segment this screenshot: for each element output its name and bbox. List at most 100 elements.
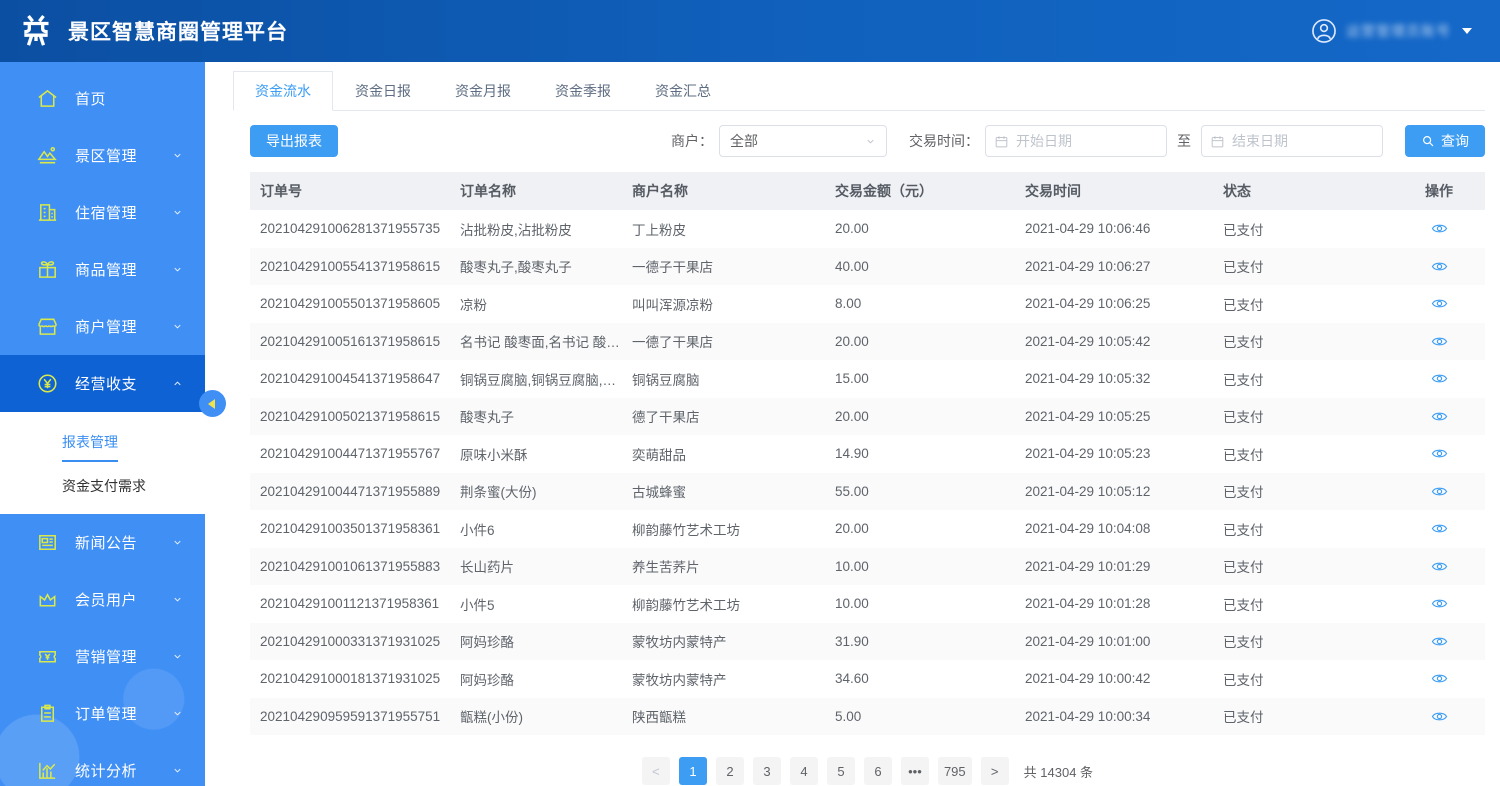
search-icon	[1421, 134, 1435, 148]
user-name-blurred: 运营管理员账号	[1346, 21, 1451, 41]
cell-merchant: 叫叫浑源凉粉	[622, 294, 825, 314]
sidebar-item-stats[interactable]: 统计分析	[0, 742, 205, 786]
cell-status: 已支付	[1213, 706, 1393, 726]
view-detail-eye-icon[interactable]	[1431, 370, 1448, 387]
sidebar-item-scenic[interactable]: 景区管理	[0, 127, 205, 184]
cell-merchant: 丁上粉皮	[622, 219, 825, 239]
page-button-6[interactable]: 6	[864, 757, 892, 785]
chevron-down-icon	[172, 321, 183, 332]
view-detail-eye-icon[interactable]	[1431, 595, 1448, 612]
view-detail-eye-icon[interactable]	[1431, 258, 1448, 275]
tab-fund-flow[interactable]: 资金流水	[233, 71, 333, 111]
cell-order-no: 202104291004471371955767	[250, 446, 450, 461]
submenu-item-report-manage[interactable]: 报表管理	[62, 432, 118, 462]
sidebar: 首页 景区管理 住宿管理 商品管理 商户管理 经营收支 报表管理资金支付需求 新…	[0, 62, 205, 786]
page-button-2[interactable]: 2	[716, 757, 744, 785]
sidebar-item-finance[interactable]: 经营收支	[0, 355, 205, 412]
more-pages-button[interactable]: •••	[901, 757, 929, 785]
table-row: 202104291005021371958615 酸枣丸子 德了干果店 20.0…	[250, 398, 1485, 436]
table-row: 202104290959591371955751 甑糕(小份) 陕西甑糕 5.0…	[250, 698, 1485, 736]
search-button[interactable]: 查询	[1405, 125, 1485, 157]
chevron-down-icon	[865, 136, 876, 147]
next-page-button[interactable]: >	[981, 757, 1009, 785]
view-detail-eye-icon[interactable]	[1431, 670, 1448, 687]
cell-order-name: 名书记 酸枣面,名书记 酸枣面	[450, 331, 622, 351]
cell-time: 2021-04-29 10:06:46	[1015, 221, 1213, 236]
export-report-button[interactable]: 导出报表	[250, 125, 338, 157]
tab-fund-monthly[interactable]: 资金月报	[433, 71, 533, 111]
prev-page-button[interactable]: <	[642, 757, 670, 785]
cell-status: 已支付	[1213, 444, 1393, 464]
cell-amount: 5.00	[825, 709, 1015, 724]
cell-status: 已支付	[1213, 594, 1393, 614]
range-separator: 至	[1177, 131, 1191, 151]
view-detail-eye-icon[interactable]	[1431, 708, 1448, 725]
ticket-icon	[36, 645, 59, 668]
sidebar-collapse-handle[interactable]	[199, 390, 226, 417]
top-header: 景区智慧商圈管理平台 运营管理员账号	[0, 0, 1500, 62]
scenic-icon	[36, 144, 59, 167]
header-cell: 商户名称	[622, 181, 825, 201]
view-detail-eye-icon[interactable]	[1431, 408, 1448, 425]
cell-order-no: 202104291005161371958615	[250, 334, 450, 349]
table-row: 202104291004471371955767 原味小米酥 奕萌甜品 14.9…	[250, 435, 1485, 473]
cell-order-name: 小件6	[450, 519, 622, 539]
tab-bar: 资金流水资金日报资金月报资金季报资金汇总	[233, 70, 1485, 111]
view-detail-eye-icon[interactable]	[1431, 558, 1448, 575]
tab-fund-quarterly[interactable]: 资金季报	[533, 71, 633, 111]
page-button-5[interactable]: 5	[827, 757, 855, 785]
sidebar-item-merchant[interactable]: 商户管理	[0, 298, 205, 355]
sidebar-item-home[interactable]: 首页	[0, 70, 205, 127]
cell-order-no: 202104291001061371955883	[250, 559, 450, 574]
cell-merchant: 一德了干果店	[622, 331, 825, 351]
cell-order-name: 原味小米酥	[450, 444, 622, 464]
page-button-1[interactable]: 1	[679, 757, 707, 785]
start-date-input[interactable]	[1016, 133, 1158, 149]
sidebar-submenu: 报表管理资金支付需求	[0, 412, 205, 514]
cell-order-no: 202104291004471371955889	[250, 484, 450, 499]
view-detail-eye-icon[interactable]	[1431, 333, 1448, 350]
page-button-4[interactable]: 4	[790, 757, 818, 785]
cell-time: 2021-04-29 10:04:08	[1015, 521, 1213, 536]
cell-merchant: 一德子干果店	[622, 256, 825, 276]
view-detail-eye-icon[interactable]	[1431, 520, 1448, 537]
cell-order-name: 长山药片	[450, 556, 622, 576]
cell-order-no: 202104291003501371958361	[250, 521, 450, 536]
view-detail-eye-icon[interactable]	[1431, 295, 1448, 312]
caret-down-icon	[1462, 28, 1472, 34]
cell-amount: 20.00	[825, 221, 1015, 236]
chart-icon	[36, 759, 59, 782]
store-icon	[36, 315, 59, 338]
header-cell: 状态	[1213, 181, 1393, 201]
view-detail-eye-icon[interactable]	[1431, 483, 1448, 500]
cell-merchant: 蒙牧坊内蒙特产	[622, 631, 825, 651]
sidebar-item-goods[interactable]: 商品管理	[0, 241, 205, 298]
start-date-field	[985, 125, 1167, 157]
cell-order-name: 荆条蜜(大份)	[450, 481, 622, 501]
chevron-down-icon	[172, 537, 183, 548]
submenu-item-fund-pay-need[interactable]: 资金支付需求	[62, 476, 146, 496]
main-content: 资金流水资金日报资金月报资金季报资金汇总 导出报表 商户： 全部 交易时间：	[205, 62, 1500, 786]
cell-status: 已支付	[1213, 219, 1393, 239]
end-date-input[interactable]	[1232, 133, 1374, 149]
view-detail-eye-icon[interactable]	[1431, 633, 1448, 650]
page-button-3[interactable]: 3	[753, 757, 781, 785]
merchant-select[interactable]: 全部	[719, 125, 887, 157]
cell-order-name: 阿妈珍酪	[450, 631, 622, 651]
collapse-left-icon	[208, 399, 215, 409]
trade-time-label: 交易时间：	[909, 131, 979, 151]
sidebar-item-lodging[interactable]: 住宿管理	[0, 184, 205, 241]
tab-fund-daily[interactable]: 资金日报	[333, 71, 433, 111]
cell-amount: 55.00	[825, 484, 1015, 499]
tab-fund-summary[interactable]: 资金汇总	[633, 71, 733, 111]
page-button-795[interactable]: 795	[938, 757, 972, 785]
sidebar-item-marketing[interactable]: 营销管理	[0, 628, 205, 685]
view-detail-eye-icon[interactable]	[1431, 220, 1448, 237]
sidebar-item-member[interactable]: 会员用户	[0, 571, 205, 628]
sidebar-item-order[interactable]: 订单管理	[0, 685, 205, 742]
user-menu[interactable]: 运营管理员账号	[1311, 18, 1472, 44]
chevron-down-icon	[172, 264, 183, 275]
view-detail-eye-icon[interactable]	[1431, 445, 1448, 462]
sidebar-item-news[interactable]: 新闻公告	[0, 514, 205, 571]
cell-status: 已支付	[1213, 294, 1393, 314]
